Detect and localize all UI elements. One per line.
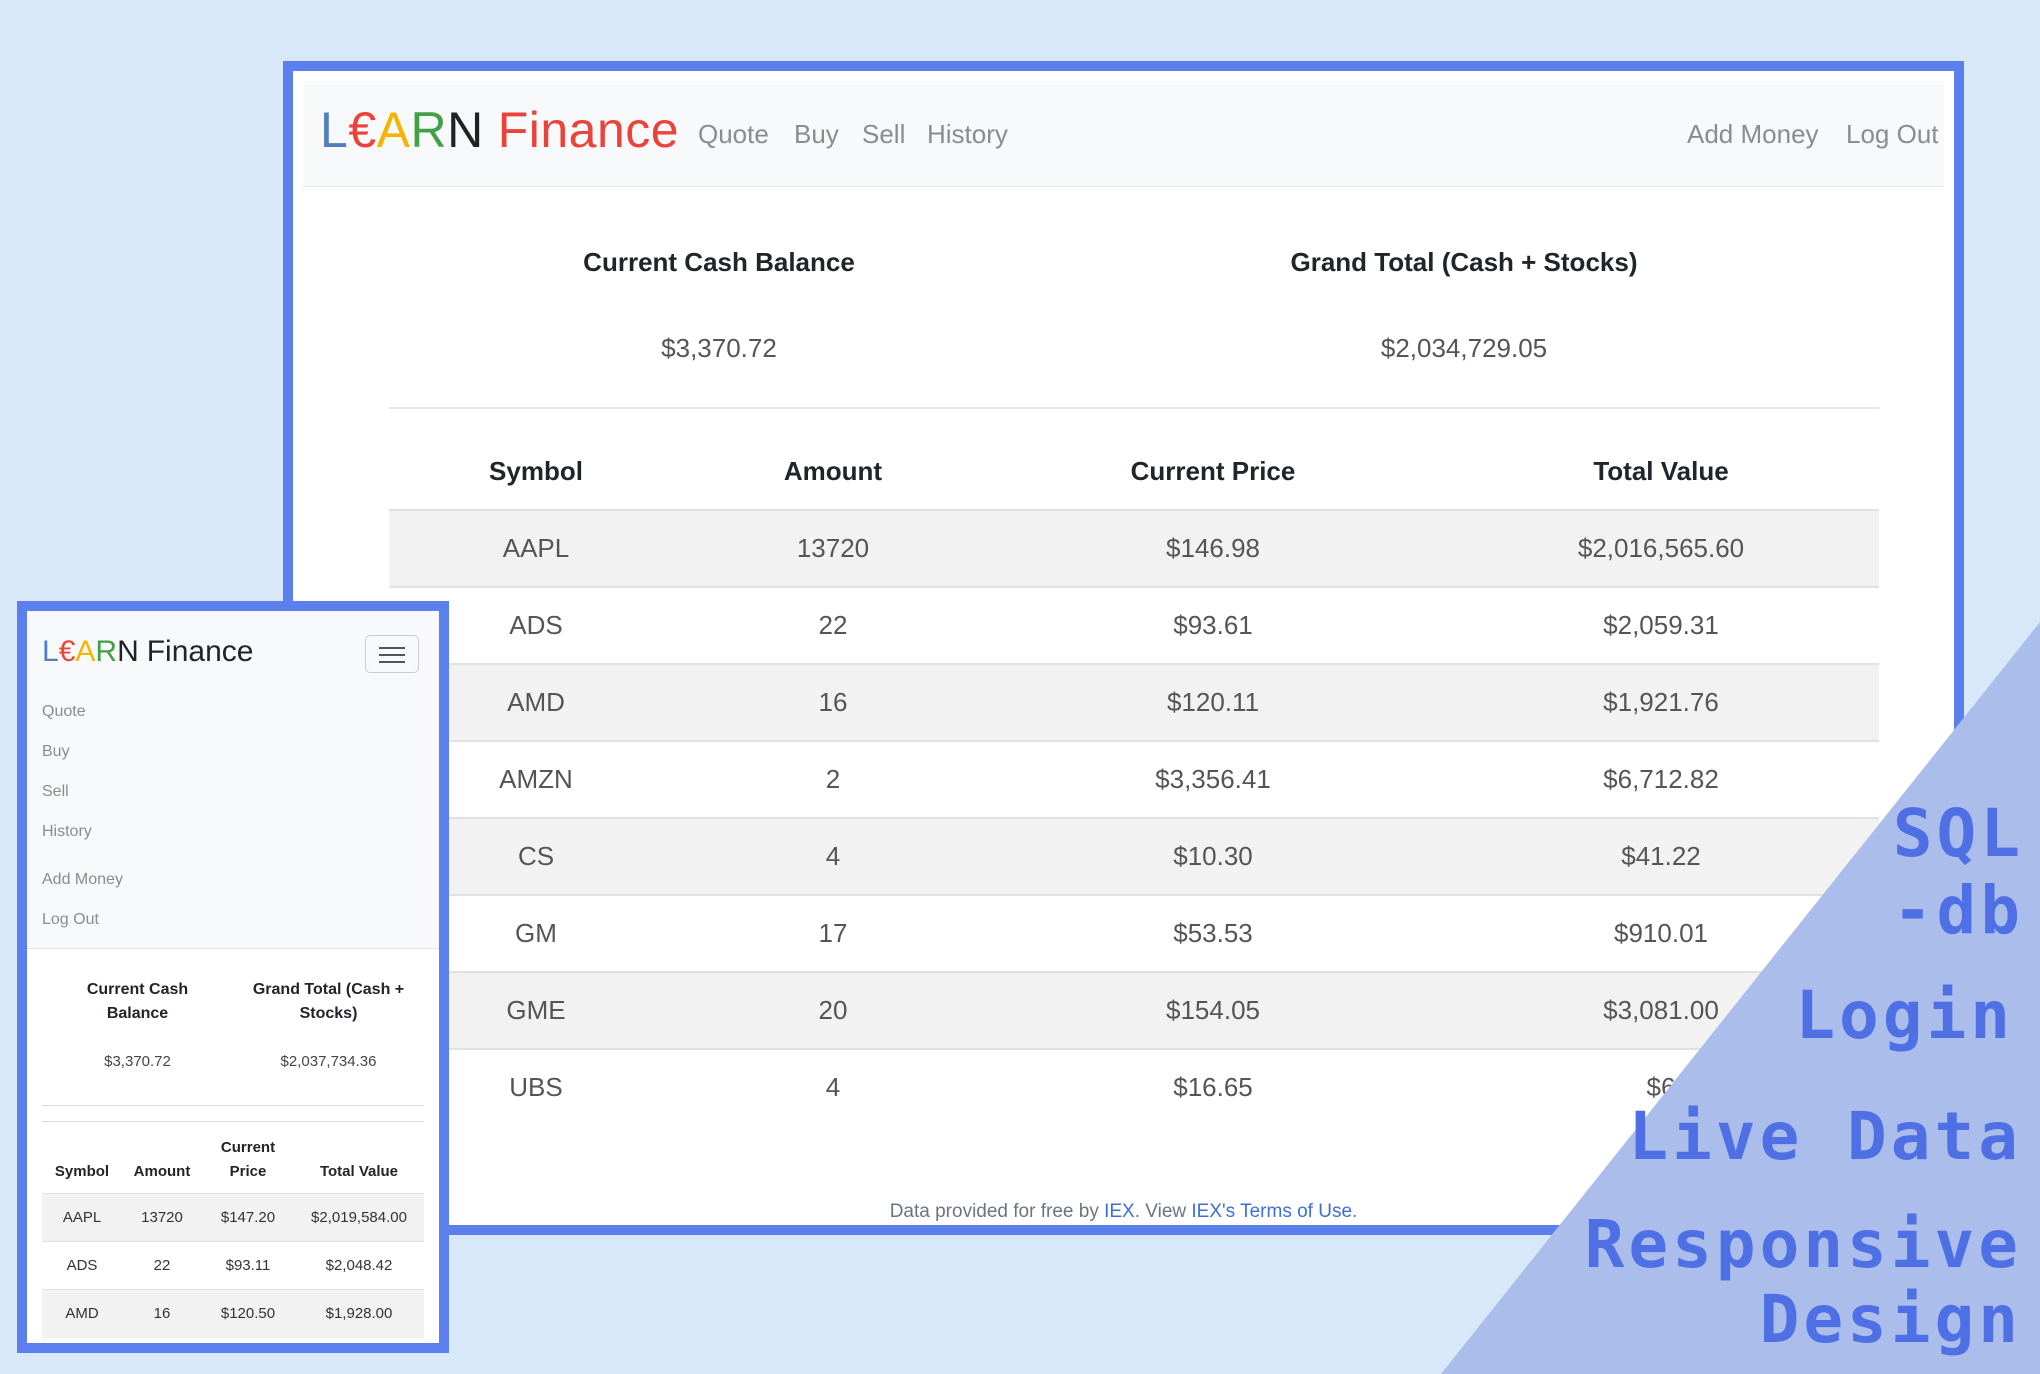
- col-total-value: Total Value: [319, 1163, 399, 1180]
- hamburger-bar: [379, 661, 405, 663]
- cell-total: $2,019,584.00: [311, 1209, 407, 1226]
- brand-letter-n: N: [117, 635, 139, 668]
- feature-live-data: Live Data: [1628, 1098, 2022, 1175]
- cell-amount: 13720: [141, 1209, 183, 1226]
- cell-symbol: AMD: [65, 1305, 99, 1322]
- col-current-price: Current Price: [202, 1136, 294, 1184]
- col-current-price-line: Current: [220, 1139, 276, 1156]
- table-row: AMD 16 $120.50 $1,928.00: [42, 1289, 424, 1338]
- divider: [42, 1121, 424, 1122]
- hamburger-bar: [379, 654, 405, 656]
- hamburger-menu-button[interactable]: [365, 635, 419, 673]
- cell-price: $93.11: [225, 1257, 271, 1274]
- hamburger-bar: [379, 647, 405, 649]
- col-symbol: Symbol: [54, 1163, 110, 1180]
- nav-buy[interactable]: Buy: [42, 743, 70, 761]
- nav-add-money[interactable]: Add Money: [42, 871, 123, 889]
- cell-amount: 22: [153, 1257, 171, 1274]
- cell-symbol: AAPL: [62, 1209, 102, 1226]
- grand-total-value: $2,037,734.36: [280, 1053, 377, 1070]
- cash-balance-value: $3,370.72: [104, 1053, 171, 1070]
- brand-letter-a: A: [75, 635, 96, 668]
- cash-balance-label-line: Current Cash: [86, 981, 189, 998]
- col-current-price-line: Price: [229, 1163, 267, 1180]
- table-row: ADS 22 $93.11 $2,048.42: [42, 1241, 424, 1290]
- table-row: AAPL 13720 $147.20 $2,019,584.00: [42, 1193, 424, 1242]
- cell-symbol: ADS: [66, 1257, 98, 1274]
- feature-login: Login: [1795, 977, 2014, 1054]
- grand-total-label-line: Grand Total (Cash +: [252, 981, 405, 998]
- cell-total: $1,928.00: [325, 1305, 393, 1322]
- brand-logo[interactable]: L€ARN Finance: [42, 635, 253, 669]
- brand-letter-euro: €: [58, 635, 76, 668]
- feature-responsive: Responsive: [1584, 1206, 2022, 1283]
- mobile-screenshot: L€ARN Finance Quote Buy Sell History Add …: [17, 601, 449, 1353]
- nav-sell[interactable]: Sell: [42, 783, 69, 801]
- nav-quote[interactable]: Quote: [42, 703, 86, 721]
- brand-letter-l: L: [42, 635, 59, 668]
- divider: [42, 1105, 424, 1106]
- feature-sql: SQL: [1892, 795, 2024, 872]
- cash-balance-label-line: Balance: [106, 1005, 169, 1022]
- cell-price: $147.20: [220, 1209, 276, 1226]
- grand-total-label-line: Stocks): [299, 1005, 358, 1022]
- mobile-navbar: L€ARN Finance Quote Buy Sell History Add …: [27, 611, 439, 949]
- cell-amount: 16: [153, 1305, 171, 1322]
- nav-log-out[interactable]: Log Out: [42, 911, 99, 929]
- feature-design: Design: [1759, 1281, 2022, 1358]
- cell-price: $120.50: [220, 1305, 276, 1322]
- brand-letter-r: R: [95, 635, 118, 668]
- cash-balance-label: Current Cash Balance: [42, 978, 233, 1026]
- col-amount: Amount: [133, 1163, 191, 1180]
- cell-total: $2,048.42: [325, 1257, 393, 1274]
- brand-finance: Finance: [146, 635, 254, 668]
- nav-history[interactable]: History: [42, 823, 92, 841]
- feature-db: -db: [1892, 872, 2024, 949]
- grand-total-label: Grand Total (Cash + Stocks): [233, 978, 424, 1026]
